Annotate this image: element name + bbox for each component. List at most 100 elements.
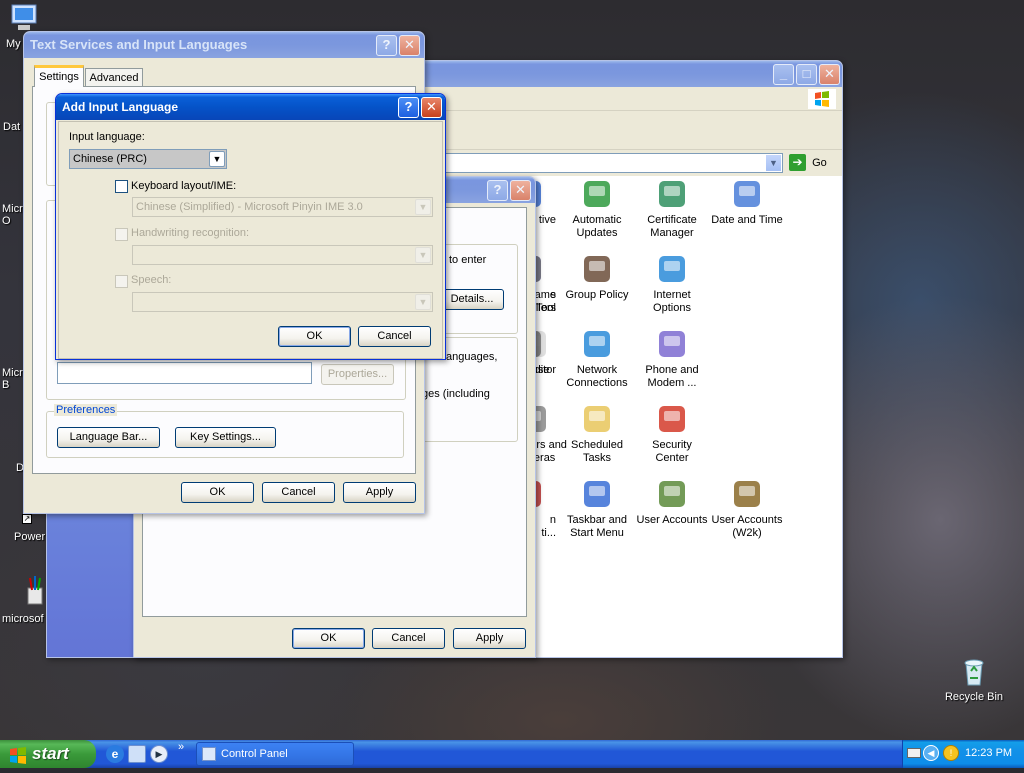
control-panel-item[interactable]: Certificate Manager	[634, 178, 710, 240]
desktop-icon-label: Power	[14, 531, 46, 543]
cancel-button[interactable]: Cancel	[262, 482, 335, 503]
ok-button[interactable]: OK	[278, 326, 351, 347]
media-player-icon[interactable]: ▶	[150, 745, 168, 763]
apply-button[interactable]: Apply	[343, 482, 416, 503]
add-input-language-titlebar[interactable]: Add Input Language ? ✕	[56, 94, 445, 120]
speech-select[interactable]: ▼	[132, 292, 433, 312]
shield-icon	[656, 403, 688, 435]
chevron-down-icon: ▼	[415, 199, 431, 215]
control-panel-item[interactable]: Scheduled Tasks	[559, 403, 635, 465]
task-label: Control Panel	[221, 748, 288, 760]
input-language-select[interactable]: Chinese (PRC) ▼	[69, 149, 227, 169]
chevron-down-icon[interactable]: ▼	[766, 155, 781, 171]
desktop-icon-label: Dat	[3, 121, 21, 133]
add-input-language-dialog: Add Input Language ? ✕ Input language: C…	[55, 93, 446, 360]
chevron-down-icon[interactable]: ▼	[209, 151, 225, 167]
control-panel-item-label: User Accounts (W2k)	[711, 514, 783, 539]
control-panel-item-label: Date and Time	[711, 214, 783, 226]
control-panel-item-label: Group Policy	[565, 289, 629, 301]
phone-icon	[656, 328, 688, 360]
ok-button[interactable]: OK	[292, 628, 365, 649]
input-language-value: Chinese (PRC)	[73, 153, 147, 165]
windows-update-icon	[581, 178, 613, 210]
paint-icon	[22, 576, 48, 606]
close-button[interactable]: ✕	[510, 180, 531, 201]
start-button[interactable]: start	[0, 740, 96, 768]
help-button[interactable]: ?	[398, 97, 419, 118]
speech-checkbox[interactable]	[115, 275, 128, 288]
keyboard-icon[interactable]	[907, 748, 921, 758]
show-desktop-icon[interactable]	[128, 745, 146, 763]
input-language-label: Input language:	[69, 131, 145, 143]
installed-services-list[interactable]	[57, 362, 312, 384]
windows-logo-icon	[808, 89, 836, 109]
control-panel-item[interactable]: User Accounts	[634, 478, 710, 527]
keyboard-layout-select[interactable]: Chinese (Simplified) - Microsoft Pinyin …	[132, 197, 433, 217]
text-services-titlebar[interactable]: Text Services and Input Languages ? ✕	[24, 32, 424, 58]
users-key-icon	[731, 478, 763, 510]
control-panel-item-label: Scheduled Tasks	[571, 439, 623, 464]
dialog-title: Add Input Language	[62, 100, 178, 114]
maximize-button[interactable]: □	[796, 64, 817, 85]
help-button[interactable]: ?	[487, 180, 508, 201]
apply-button[interactable]: Apply	[453, 628, 526, 649]
language-bar-button[interactable]: Language Bar...	[57, 427, 160, 448]
clock-icon	[731, 178, 763, 210]
control-panel-item[interactable]: Network Connections	[559, 328, 635, 390]
clock[interactable]: 12:23 PM	[965, 747, 1012, 759]
chevron-down-icon: ▼	[415, 294, 431, 310]
recycle-bin-icon	[958, 656, 990, 688]
task-button-control-panel[interactable]: Control Panel	[196, 742, 354, 766]
chevron-left-icon[interactable]: ◀	[923, 745, 939, 761]
control-panel-item[interactable]: Phone and Modem ...	[634, 328, 710, 390]
minimize-button[interactable]: _	[773, 64, 794, 85]
chevron-right-icon[interactable]: »	[178, 741, 184, 753]
taskbar: start e ▶ » Control Panel ◀ ! 12:23 PM	[0, 740, 1024, 768]
tab-settings[interactable]: Settings	[34, 65, 84, 87]
ok-button[interactable]: OK	[181, 482, 254, 503]
handwriting-checkbox[interactable]	[115, 228, 128, 241]
dialog-title: Text Services and Input Languages	[30, 37, 248, 52]
control-panel-icon	[202, 747, 216, 761]
supplemental-text: ges (including	[422, 388, 490, 400]
control-panel-item-label: Network Connections	[566, 364, 628, 389]
key-settings-button[interactable]: Key Settings...	[175, 427, 276, 448]
system-tray: ◀ ! 12:23 PM	[902, 740, 1024, 768]
supplemental-text: anguages,	[446, 351, 498, 363]
handwriting-select[interactable]: ▼	[132, 245, 433, 265]
control-panel-item[interactable]: Automatic Updates	[559, 178, 635, 240]
control-panel-item[interactable]: Taskbar and Start Menu	[559, 478, 635, 540]
control-panel-item-label: Certificate Manager	[647, 214, 697, 239]
help-button[interactable]: ?	[376, 35, 397, 56]
properties-button[interactable]: Properties...	[321, 364, 394, 385]
control-panel-item-label: Taskbar and Start Menu	[567, 514, 627, 539]
keyboard-layout-label: Keyboard layout/IME:	[131, 180, 237, 192]
details-button[interactable]: Details...	[440, 289, 504, 310]
address-input[interactable]: ▼	[437, 153, 783, 173]
control-panel-item[interactable]: Group Policy	[559, 253, 635, 302]
internet-explorer-icon[interactable]: e	[106, 745, 124, 763]
security-alert-icon[interactable]: !	[943, 745, 959, 761]
desktop-icon-label: Recycle Bin	[944, 691, 1004, 703]
cancel-button[interactable]: Cancel	[358, 326, 431, 347]
cancel-button[interactable]: Cancel	[372, 628, 445, 649]
control-panel-item[interactable]: Security Center	[634, 403, 710, 465]
desktop-icon-recycle-bin[interactable]: Recycle Bin	[936, 656, 1012, 703]
shortcut-arrow-icon: ↗	[22, 514, 32, 524]
close-button[interactable]: ✕	[399, 35, 420, 56]
control-panel-item-label: User Accounts	[636, 514, 708, 526]
keyboard-layout-checkbox[interactable]	[115, 180, 128, 193]
instruction-text: to enter	[449, 254, 487, 266]
quick-launch: e ▶ »	[104, 741, 190, 764]
close-button[interactable]: ✕	[421, 97, 442, 118]
go-label: Go	[812, 156, 827, 169]
go-button[interactable]: ➔ Go	[789, 154, 835, 172]
taskbar-icon	[581, 478, 613, 510]
preferences-label: Preferences	[54, 404, 118, 416]
control-panel-item[interactable]: User Accounts (W2k)	[709, 478, 785, 540]
control-panel-item[interactable]: Internet Options	[634, 253, 710, 315]
tab-advanced[interactable]: Advanced	[85, 68, 143, 87]
users-icon	[656, 478, 688, 510]
control-panel-item[interactable]: Date and Time	[709, 178, 785, 227]
close-button[interactable]: ✕	[819, 64, 840, 85]
